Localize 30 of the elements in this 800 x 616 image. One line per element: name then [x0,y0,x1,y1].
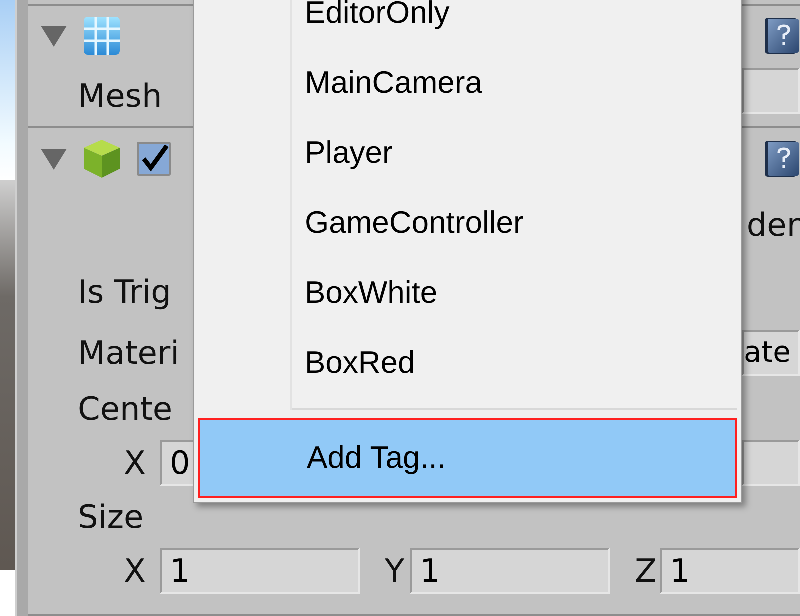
help-book-icon[interactable] [764,139,800,179]
property-label: Cente [78,389,173,430]
menu-item[interactable]: MainCamera [194,48,741,118]
input-field[interactable]: 1 [410,548,610,594]
input-field[interactable] [742,68,800,114]
enable-checkbox[interactable] [136,141,172,177]
collapse-triangle-icon[interactable] [40,146,68,172]
menu-item[interactable]: GameController [194,188,741,258]
property-label: Size [78,497,144,538]
axis-label: X [124,551,147,592]
property-label: Is Trig [78,272,172,313]
menu-item[interactable]: EditorOnly [194,0,741,48]
input-field[interactable]: 1 [660,548,800,594]
axis-label: X [124,443,147,484]
collapse-triangle-icon[interactable] [40,23,68,49]
help-book-icon[interactable] [764,16,800,56]
menu-item[interactable]: BoxWhite [194,258,741,328]
input-field[interactable]: ate [742,330,800,376]
grid-icon [82,15,122,57]
component-name-fragment: der [746,205,800,246]
input-field[interactable]: 0 [160,440,196,486]
menu-item[interactable]: BoxRed [194,328,741,398]
axis-label: Y [385,551,406,592]
property-label: Materi [78,333,180,374]
menu-item[interactable]: Player [194,118,741,188]
axis-label: Z [635,551,658,592]
input-field[interactable]: 1 [160,548,360,594]
menu-item[interactable]: Add Tag... [198,418,737,498]
property-label: Mesh [78,76,162,117]
input-field[interactable] [742,440,800,486]
